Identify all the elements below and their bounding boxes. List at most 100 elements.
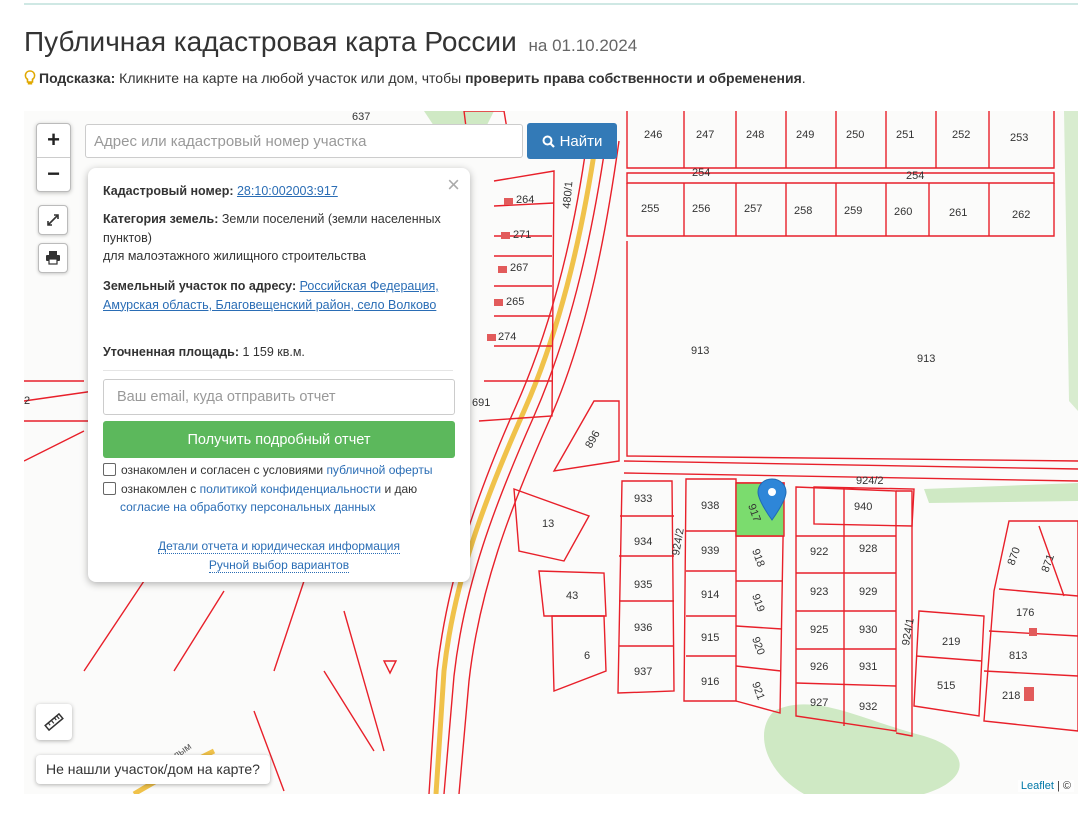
parcel-913-a[interactable]: 913: [691, 345, 709, 357]
parcel-262[interactable]: 262: [1012, 209, 1030, 221]
page-title: Публичная кадастровая карта России на 01…: [24, 26, 637, 58]
parcel-13[interactable]: 13: [542, 518, 554, 530]
parcel-257[interactable]: 257: [744, 203, 762, 215]
parcel-915[interactable]: 915: [701, 632, 719, 644]
parcel-939[interactable]: 939: [701, 545, 719, 557]
parcel-43[interactable]: 43: [566, 590, 578, 602]
parcel-246[interactable]: 246: [644, 129, 662, 141]
privacy-agreement-mid: и даю: [381, 482, 418, 496]
parcel-813[interactable]: 813: [1009, 650, 1027, 662]
parcel-934[interactable]: 934: [634, 536, 652, 548]
not-found-button[interactable]: Не нашли участок/дом на карте?: [36, 755, 270, 784]
parcel-480-1[interactable]: 480/1: [561, 181, 575, 209]
offer-link[interactable]: публичной оферты: [326, 463, 432, 477]
parcel-933[interactable]: 933: [634, 493, 652, 505]
expand-icon: [47, 214, 59, 226]
print-button[interactable]: [38, 243, 68, 273]
parcel-929[interactable]: 929: [859, 586, 877, 598]
parcel-176[interactable]: 176: [1016, 607, 1034, 619]
parcel-274[interactable]: 274: [498, 331, 516, 343]
find-button-label: Найти: [559, 132, 603, 150]
offer-agreement: ознакомлен и согласен с условиями публич…: [103, 461, 453, 479]
parcel-927[interactable]: 927: [810, 697, 828, 709]
land-category-row: Категория земель: Земли поселений (земли…: [103, 210, 453, 266]
parcel-926[interactable]: 926: [810, 661, 828, 673]
search-icon: [542, 135, 555, 148]
parcel-637[interactable]: 637: [352, 111, 370, 123]
measure-button[interactable]: [36, 704, 72, 740]
parcel-219[interactable]: 219: [942, 636, 960, 648]
parcel-930[interactable]: 930: [859, 624, 877, 636]
parcel-252[interactable]: 252: [952, 129, 970, 141]
parcel-267[interactable]: 267: [510, 262, 528, 274]
consent-link[interactable]: согласие на обработку персональных данны…: [120, 500, 376, 514]
parcel-249[interactable]: 249: [796, 129, 814, 141]
parcel-6[interactable]: 6: [584, 650, 590, 662]
offer-agreement-text: ознакомлен и согласен с условиями: [121, 463, 327, 477]
parcel-913-b[interactable]: 913: [917, 353, 935, 365]
address-label: Земельный участок по адресу:: [103, 279, 297, 293]
parcel-937[interactable]: 937: [634, 666, 652, 678]
parcel-928[interactable]: 928: [859, 543, 877, 555]
parcel-916[interactable]: 916: [701, 676, 719, 688]
parcel-2[interactable]: 2: [24, 395, 30, 407]
parcel-251[interactable]: 251: [896, 129, 914, 141]
road-924-2[interactable]: 924/2: [856, 475, 884, 487]
cadastral-number-label: Кадастровый номер:: [103, 184, 234, 198]
manual-selection-link[interactable]: Ручной выбор вариантов: [208, 558, 350, 573]
address-row: Земельный участок по адресу: Российская …: [103, 277, 453, 314]
search-input[interactable]: [85, 124, 523, 158]
parcel-254-b[interactable]: 254: [906, 170, 924, 182]
parcel-938[interactable]: 938: [701, 500, 719, 512]
zoom-out-button[interactable]: −: [37, 158, 70, 191]
report-details-link[interactable]: Детали отчета и юридическая информация: [158, 539, 400, 554]
parcel-247[interactable]: 247: [696, 129, 714, 141]
email-input[interactable]: [103, 379, 455, 415]
privacy-link[interactable]: политикой конфиденциальности: [200, 482, 381, 496]
parcel-260[interactable]: 260: [894, 206, 912, 218]
parcel-256[interactable]: 256: [692, 203, 710, 215]
parcel-271[interactable]: 271: [513, 229, 531, 241]
parcel-923[interactable]: 923: [810, 586, 828, 598]
manual-row: Ручной выбор вариантов: [88, 558, 470, 573]
privacy-agreement: ознакомлен с политикой конфиденциальност…: [103, 480, 453, 516]
offer-checkbox[interactable]: [103, 463, 116, 476]
lightbulb-icon: [24, 70, 36, 85]
parcel-691[interactable]: 691: [472, 397, 490, 409]
parcel-940[interactable]: 940: [854, 501, 872, 513]
get-report-button[interactable]: Получить подробный отчет: [103, 421, 455, 458]
page-title-date: на 01.10.2024: [528, 36, 638, 55]
parcel-936[interactable]: 936: [634, 622, 652, 634]
parcel-218[interactable]: 218: [1002, 690, 1020, 702]
parcel-515[interactable]: 515: [937, 680, 955, 692]
parcel-259[interactable]: 259: [844, 205, 862, 217]
parcel-265[interactable]: 265: [506, 296, 524, 308]
find-button[interactable]: Найти: [527, 123, 617, 159]
privacy-checkbox[interactable]: [103, 482, 116, 495]
parcel-248[interactable]: 248: [746, 129, 764, 141]
zoom-in-button[interactable]: +: [37, 124, 70, 158]
parcel-255[interactable]: 255: [641, 203, 659, 215]
parcel-932[interactable]: 932: [859, 701, 877, 713]
zoom-control: + −: [36, 123, 71, 192]
hint-prefix: Подсказка:: [39, 70, 116, 86]
parcel-264[interactable]: 264: [516, 194, 534, 206]
parcel-931[interactable]: 931: [859, 661, 877, 673]
parcel-922[interactable]: 922: [810, 546, 828, 558]
parcel-935[interactable]: 935: [634, 579, 652, 591]
parcel-925[interactable]: 925: [810, 624, 828, 636]
page-title-text: Публичная кадастровая карта России: [24, 26, 517, 57]
parcel-254-a[interactable]: 254: [692, 167, 710, 179]
cadastral-map[interactable]: 246 247 248 249 250 251 252 253 254 254 …: [24, 111, 1078, 794]
leaflet-link[interactable]: Leaflet: [1021, 780, 1054, 792]
parcel-258[interactable]: 258: [794, 205, 812, 217]
parcel-914[interactable]: 914: [701, 589, 719, 601]
parcel-261[interactable]: 261: [949, 207, 967, 219]
cadastral-number-row: Кадастровый номер: 28:10:002003:917: [103, 182, 453, 201]
cadastral-number-link[interactable]: 28:10:002003:917: [237, 184, 338, 198]
top-border: [24, 0, 1078, 5]
hint-suffix: .: [801, 70, 806, 86]
fullscreen-button[interactable]: [38, 205, 68, 235]
parcel-250[interactable]: 250: [846, 129, 864, 141]
parcel-253[interactable]: 253: [1010, 132, 1028, 144]
